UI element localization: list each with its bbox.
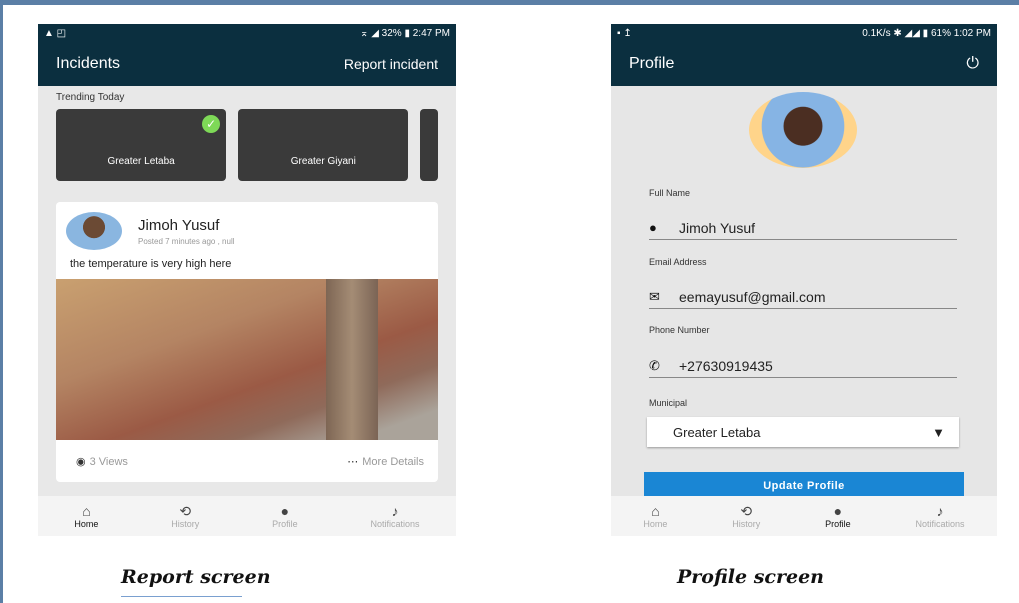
home-icon: ⌂ xyxy=(82,503,91,519)
mail-icon: ✉ xyxy=(649,288,660,304)
post-footer: ◉ 3 Views ⋯ More Details xyxy=(56,440,438,482)
trending-label: Trending Today xyxy=(56,92,125,103)
post-meta: Posted 7 minutes ago , null xyxy=(138,236,235,246)
nav-home[interactable]: ⌂ Home xyxy=(74,503,98,529)
check-icon: ✓ xyxy=(202,115,221,133)
nav-home-label: Home xyxy=(74,519,99,529)
status-left: ▪ ↥ xyxy=(617,27,632,39)
trending-card-partial[interactable] xyxy=(420,109,439,181)
status-right: 0.1K/s ✱ ◢◢ ▮ 61% 1:02 PM xyxy=(862,27,991,39)
phone-value: +27630919435 xyxy=(679,357,773,374)
email-field[interactable]: ✉ eemayusuf@gmail.com xyxy=(649,285,957,309)
phone-field[interactable]: ✆ +27630919435 xyxy=(649,354,957,378)
bell-icon: ♪ xyxy=(936,503,944,519)
person-icon: ● xyxy=(280,503,290,519)
profile-screen: ▪ ↥ 0.1K/s ✱ ◢◢ ▮ 61% 1:02 PM Profile ⏻ … xyxy=(611,24,997,536)
full-name-value: Jimoh Yusuf xyxy=(679,219,756,236)
municipal-label: Municipal xyxy=(649,398,688,408)
trending-card-label: Greater Letaba xyxy=(107,156,175,167)
status-left: ▲ ◰ xyxy=(44,27,67,39)
nav-history[interactable]: ⟲ History xyxy=(171,503,199,529)
full-name-field[interactable]: ● Jimoh Yusuf xyxy=(649,216,957,240)
nav-history-label: History xyxy=(732,519,761,529)
nav-notifications-label: Notifications xyxy=(915,519,965,529)
person-icon: ● xyxy=(649,220,657,235)
person-icon: ● xyxy=(833,503,843,519)
more-details-link[interactable]: ⋯ More Details xyxy=(347,455,424,468)
nav-home-label: Home xyxy=(643,519,668,529)
pillar-in-photo xyxy=(326,279,378,440)
app-bar: Profile ⏻ xyxy=(611,42,997,86)
trending-card-greater-letaba[interactable]: ✓ Greater Letaba xyxy=(56,109,227,181)
nav-notifications[interactable]: ♪ Notifications xyxy=(371,503,420,529)
nav-profile-label: Profile xyxy=(272,519,298,529)
views-count: ◉ 3 Views xyxy=(76,455,128,468)
report-screen: ▲ ◰ ⌅ ◢ 32% ▮ 2:47 PM Incidents Report i… xyxy=(38,24,456,536)
post-header: Jimoh Yusuf Posted 7 minutes ago , null xyxy=(56,202,438,250)
trending-card-label: Greater Giyani xyxy=(290,156,356,167)
post-author: Jimoh Yusuf xyxy=(138,216,220,234)
municipal-select[interactable]: Greater Letaba ▼ xyxy=(647,417,959,447)
email-label: Email Address xyxy=(649,257,707,267)
full-name-label: Full Name xyxy=(649,188,691,198)
nav-notifications[interactable]: ♪ Notifications xyxy=(916,503,965,529)
nav-profile[interactable]: ● Profile xyxy=(272,503,298,529)
post-image[interactable] xyxy=(56,279,438,440)
incident-post[interactable]: Jimoh Yusuf Posted 7 minutes ago , null … xyxy=(56,202,438,482)
status-bar: ▪ ↥ 0.1K/s ✱ ◢◢ ▮ 61% 1:02 PM xyxy=(611,24,997,42)
nav-profile[interactable]: ● Profile xyxy=(825,503,851,529)
trending-card-greater-giyani[interactable]: Greater Giyani xyxy=(238,109,409,181)
profile-avatar[interactable] xyxy=(749,92,857,168)
municipal-value: Greater Letaba xyxy=(673,424,761,440)
page-title: Incidents xyxy=(56,55,121,72)
email-value: eemayusuf@gmail.com xyxy=(679,288,826,305)
post-text: the temperature is very high here xyxy=(70,258,232,270)
power-icon[interactable]: ⏻ xyxy=(966,55,979,73)
avatar xyxy=(66,212,122,250)
bottom-nav: ⌂ Home ⟲ History ● Profile ♪ Notificatio… xyxy=(38,496,456,536)
report-incident-button[interactable]: Report incident xyxy=(344,56,438,72)
incidents-feed[interactable]: Trending Today ✓ Greater Letaba Greater … xyxy=(38,86,456,496)
nav-profile-label: Profile xyxy=(825,519,851,529)
history-icon: ⟲ xyxy=(740,503,753,519)
status-bar: ▲ ◰ ⌅ ◢ 32% ▮ 2:47 PM xyxy=(38,24,456,42)
nav-history[interactable]: ⟲ History xyxy=(732,503,760,529)
nav-notifications-label: Notifications xyxy=(370,519,420,529)
status-right: ⌅ ◢ 32% ▮ 2:47 PM xyxy=(360,27,450,39)
profile-screen-caption: Profile screen xyxy=(677,566,824,588)
nav-history-label: History xyxy=(171,519,200,529)
more-details-label: More Details xyxy=(362,455,424,468)
chevron-down-icon: ▼ xyxy=(932,424,945,440)
nav-home[interactable]: ⌂ Home xyxy=(643,503,667,529)
eye-icon: ◉ xyxy=(76,455,86,468)
views-label: 3 Views xyxy=(89,455,128,468)
profile-form: Full Name ● Jimoh Yusuf Email Address ✉ … xyxy=(611,86,997,500)
app-bar: Incidents Report incident xyxy=(38,42,456,86)
more-icon: ⋯ xyxy=(347,455,359,468)
home-icon: ⌂ xyxy=(651,503,660,519)
report-screen-caption: Report screen xyxy=(121,566,271,588)
phone-icon: ✆ xyxy=(649,357,660,373)
page-title: Profile xyxy=(629,55,675,72)
trending-row[interactable]: ✓ Greater Letaba Greater Giyani xyxy=(38,109,456,181)
bell-icon: ♪ xyxy=(391,503,399,519)
caption-underline xyxy=(121,596,242,598)
phone-label: Phone Number xyxy=(649,325,710,335)
history-icon: ⟲ xyxy=(179,503,192,519)
bottom-nav: ⌂ Home ⟲ History ● Profile ♪ Notificatio… xyxy=(611,496,997,536)
